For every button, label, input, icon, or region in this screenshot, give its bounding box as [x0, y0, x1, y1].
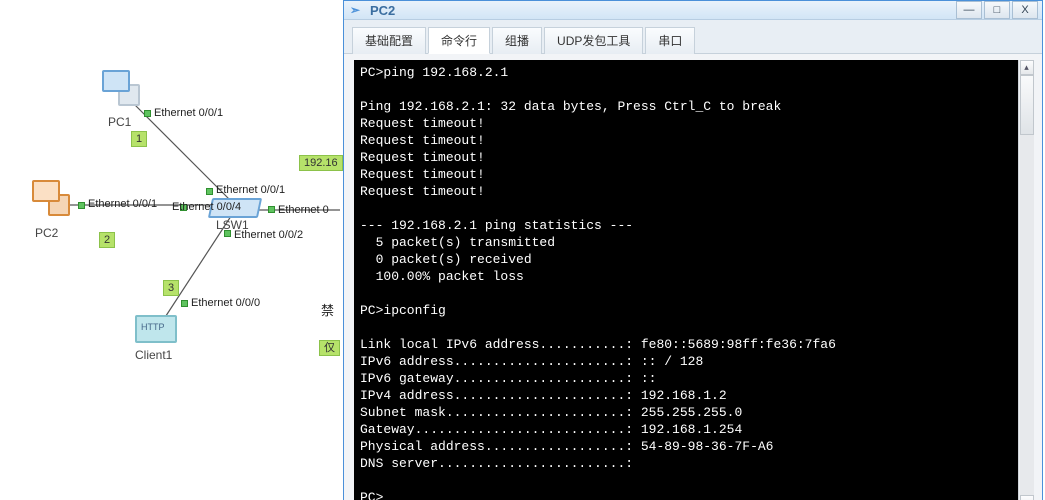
tab-cli[interactable]: 命令行	[428, 27, 490, 54]
port-pc1: Ethernet 0/0/1	[154, 107, 223, 119]
node-pc1[interactable]	[100, 70, 140, 110]
terminal-output[interactable]: PC>ping 192.168.2.1 Ping 192.168.2.1: 32…	[354, 60, 1018, 500]
port-lsw-e002: Ethernet 0/0/2	[234, 229, 303, 241]
maximize-button[interactable]: □	[984, 1, 1010, 19]
side-text-1: 禁	[321, 300, 334, 319]
terminal-area: PC>ping 192.168.2.1 Ping 192.168.2.1: 32…	[344, 54, 1042, 500]
node-pc2[interactable]	[30, 180, 70, 220]
topology-links	[0, 0, 345, 500]
tab-basic-config[interactable]: 基础配置	[352, 27, 426, 54]
terminal-scrollbar[interactable]: ▴ ▾	[1018, 60, 1034, 500]
port-dot	[206, 188, 213, 195]
minimize-button[interactable]: —	[956, 1, 982, 19]
tab-multicast[interactable]: 组播	[492, 27, 542, 54]
scroll-up-arrow[interactable]: ▴	[1020, 60, 1034, 75]
title-bar[interactable]: ➣ PC2 — □ X	[344, 1, 1042, 20]
window-title: PC2	[370, 3, 956, 18]
port-dot	[78, 202, 85, 209]
badge-vlan1: 1	[131, 131, 147, 147]
port-dot	[224, 230, 231, 237]
scroll-track[interactable]	[1020, 75, 1034, 495]
badge-ip-context: 192.16	[299, 155, 343, 171]
tab-serial[interactable]: 串口	[645, 27, 695, 54]
port-client: Ethernet 0/0/0	[191, 297, 260, 309]
close-button[interactable]: X	[1012, 1, 1038, 19]
port-lsw-e001: Ethernet 0/0/1	[216, 184, 285, 196]
port-dot	[268, 206, 275, 213]
port-lsw-e004: Ethernet 0/0/4	[172, 201, 241, 213]
badge-vlan2: 2	[99, 232, 115, 248]
node-pc2-label: PC2	[35, 226, 58, 240]
port-pc2: Ethernet 0/0/1	[88, 198, 157, 210]
badge-vlan3: 3	[163, 280, 179, 296]
port-dot	[181, 300, 188, 307]
tab-udp-tool[interactable]: UDP发包工具	[544, 27, 643, 54]
node-client1-label: Client1	[135, 348, 172, 362]
node-client1[interactable]: HTTP	[135, 315, 177, 343]
scroll-thumb[interactable]	[1020, 75, 1034, 135]
pc2-command-window: ➣ PC2 — □ X 基础配置 命令行 组播 UDP发包工具 串口 PC>pi…	[343, 0, 1043, 500]
port-dot	[144, 110, 151, 117]
app-icon: ➣	[350, 3, 364, 17]
tab-bar: 基础配置 命令行 组播 UDP发包工具 串口	[344, 20, 1042, 54]
side-text-2: 仅	[319, 340, 340, 356]
port-lsw-right: Ethernet 0	[278, 204, 329, 216]
node-pc1-label: PC1	[108, 115, 131, 129]
scroll-down-arrow[interactable]: ▾	[1020, 495, 1034, 500]
